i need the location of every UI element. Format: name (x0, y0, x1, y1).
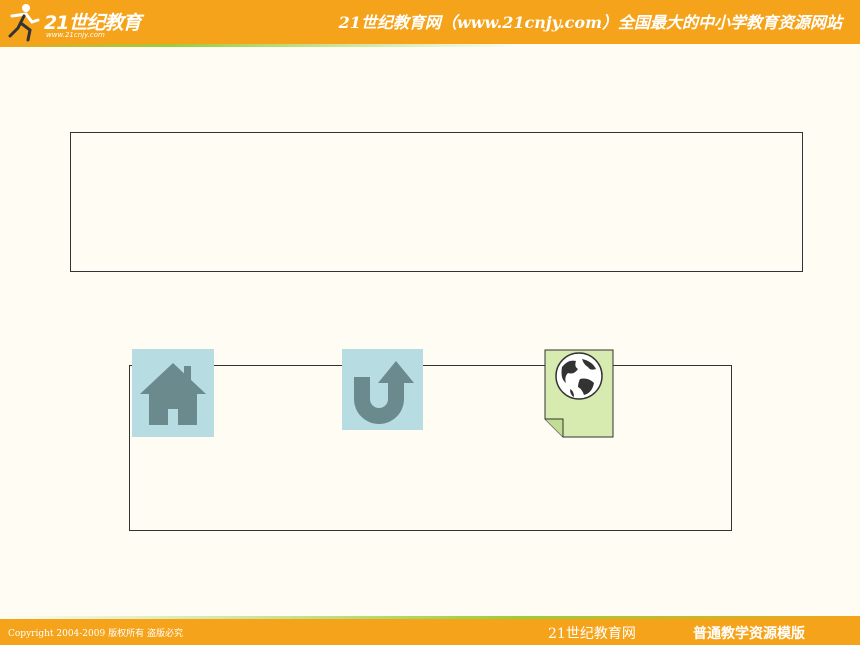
website-link-button[interactable] (544, 349, 614, 438)
footer-template-name: 普通教学资源模版 (693, 626, 805, 642)
footer-brand: 21世纪教育网 (548, 626, 636, 642)
header-title: 21世纪教育网（www.21cnjy.com）全国最大的中小学教育资源网站 (338, 13, 842, 32)
footer-bar: Copyright 2004-2009 版权所有 盗版必究 21世纪教育网 普通… (0, 619, 860, 645)
copyright-text: Copyright 2004-2009 版权所有 盗版必究 (8, 629, 183, 639)
content-text-box (129, 365, 732, 531)
runner-logo-icon (8, 4, 40, 42)
header-bar: 21世纪教育 www.21cnjy.com 21世纪教育网（www.21cnjy… (0, 0, 860, 44)
site-logo[interactable]: 21世纪教育 www.21cnjy.com (4, 2, 154, 42)
return-button[interactable] (342, 349, 423, 430)
title-text-box (70, 132, 803, 272)
home-icon (140, 363, 206, 425)
logo-url: www.21cnjy.com (46, 31, 105, 39)
header-divider (0, 44, 860, 47)
globe-document-icon (544, 349, 614, 438)
home-button[interactable] (132, 349, 214, 437)
return-arrow-icon (354, 361, 414, 424)
